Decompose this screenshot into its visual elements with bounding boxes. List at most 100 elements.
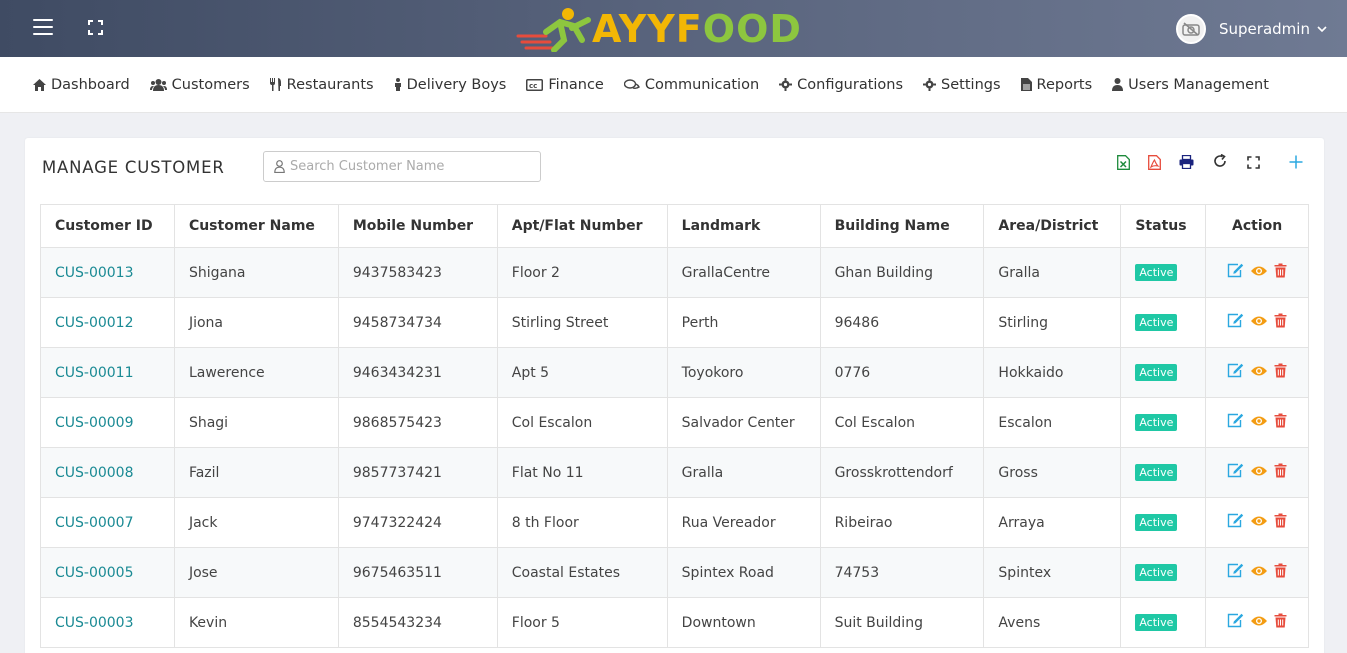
user-menu[interactable]: Superadmin [1176, 14, 1327, 44]
col-status[interactable]: Status [1120, 204, 1207, 248]
camera-off-icon [1182, 22, 1200, 36]
avatar [1176, 14, 1206, 44]
col-customer-id[interactable]: Customer ID [40, 204, 175, 248]
customer-id-link[interactable]: CUS-00011 [40, 347, 175, 398]
app-logo[interactable]: AYYFOOD [516, 6, 821, 52]
fullscreen-card-icon[interactable] [1245, 154, 1261, 170]
cell-mobile: 9458734734 [337, 297, 498, 348]
view-icon[interactable] [1250, 465, 1268, 477]
delete-icon[interactable] [1274, 563, 1287, 578]
edit-icon[interactable] [1227, 613, 1244, 628]
cell-cname: Kevin [173, 597, 339, 648]
cell-building: 74753 [819, 547, 985, 598]
print-icon[interactable] [1178, 154, 1194, 170]
search-box[interactable] [263, 151, 541, 182]
fullscreen-icon[interactable] [88, 20, 103, 35]
nav-item-configurations[interactable]: Configurations [779, 77, 903, 93]
edit-icon[interactable] [1227, 563, 1244, 578]
cell-apt: Floor 2 [496, 247, 668, 298]
nav-item-settings[interactable]: Settings [923, 77, 1001, 93]
chevron-down-icon [1317, 26, 1327, 33]
cell-status: Active [1120, 447, 1207, 498]
cell-mobile: 8554543234 [337, 597, 498, 648]
nav-item-users-management[interactable]: Users Management [1112, 77, 1269, 93]
cell-apt: Coastal Estates [496, 547, 668, 598]
customer-id-link[interactable]: CUS-00009 [40, 397, 175, 448]
cell-landmark: Downtown [666, 597, 821, 648]
view-icon[interactable] [1250, 265, 1268, 277]
edit-icon[interactable] [1227, 413, 1244, 428]
delete-icon[interactable] [1274, 463, 1287, 478]
col-building-name[interactable]: Building Name [819, 204, 985, 248]
customer-id-link[interactable]: CUS-00012 [40, 297, 175, 348]
cell-cname: Lawerence [173, 347, 339, 398]
col-customer-name[interactable]: Customer Name [173, 204, 339, 248]
cell-building: Ribeirao [819, 497, 985, 548]
file-icon [1020, 78, 1032, 91]
nav-item-finance[interactable]: cc Finance [526, 77, 604, 93]
status-badge: Active [1135, 414, 1178, 431]
nav-item-communication[interactable]: Communication [623, 77, 759, 93]
cell-building: 0776 [819, 347, 985, 398]
customer-id-link[interactable]: CUS-00007 [40, 497, 175, 548]
delete-icon[interactable] [1274, 313, 1287, 328]
cell-area: Hokkaido [983, 347, 1122, 398]
edit-icon[interactable] [1227, 363, 1244, 378]
cell-actions [1205, 247, 1309, 298]
view-icon[interactable] [1250, 365, 1268, 377]
customer-id-link[interactable]: CUS-00003 [40, 597, 175, 648]
cell-building: Grosskrottendorf [819, 447, 985, 498]
delete-icon[interactable] [1274, 363, 1287, 378]
nav-item-restaurants[interactable]: Restaurants [269, 77, 374, 93]
table-row: CUS-00011 Lawerence 9463434231 Apt 5 Toyokor… [40, 347, 1309, 398]
cell-status: Active [1120, 497, 1207, 548]
nav-item-dashboard[interactable]: Dashboard [33, 77, 130, 93]
nav-item-reports[interactable]: Reports [1020, 77, 1092, 93]
export-excel-icon[interactable] [1115, 154, 1131, 170]
top-bar: AYYFOOD Superadmin [0, 0, 1347, 57]
search-input[interactable] [290, 159, 530, 174]
delete-icon[interactable] [1274, 613, 1287, 628]
customer-id-link[interactable]: CUS-00013 [40, 247, 175, 298]
nav-item-customers[interactable]: Customers [149, 77, 250, 93]
delete-icon[interactable] [1274, 263, 1287, 278]
cell-status: Active [1120, 397, 1207, 448]
cell-landmark: Spintex Road [666, 547, 821, 598]
col-apt-flat-number[interactable]: Apt/Flat Number [496, 204, 668, 248]
cell-mobile: 9675463511 [337, 547, 498, 598]
person-icon [394, 78, 401, 91]
col-landmark[interactable]: Landmark [666, 204, 821, 248]
nav-item-delivery-boys[interactable]: Delivery Boys [394, 77, 506, 93]
customer-card: MANAGE CUSTOMER Customer ID Customer Nam… [25, 138, 1324, 653]
col-mobile-number[interactable]: Mobile Number [337, 204, 498, 248]
edit-icon[interactable] [1227, 263, 1244, 278]
view-icon[interactable] [1250, 615, 1268, 627]
status-badge: Active [1135, 314, 1178, 331]
col-area-district[interactable]: Area/District [983, 204, 1122, 248]
menu-toggle-icon[interactable] [33, 19, 53, 35]
edit-icon[interactable] [1227, 513, 1244, 528]
cell-area: Escalon [983, 397, 1122, 448]
view-icon[interactable] [1250, 565, 1268, 577]
delete-icon[interactable] [1274, 513, 1287, 528]
edit-icon[interactable] [1227, 463, 1244, 478]
customer-table: Customer ID Customer Name Mobile Number … [40, 204, 1309, 648]
customer-id-link[interactable]: CUS-00008 [40, 447, 175, 498]
delete-icon[interactable] [1274, 413, 1287, 428]
customer-id-link[interactable]: CUS-00005 [40, 547, 175, 598]
table-row: CUS-00013 Shigana 9437583423 Floor 2 GrallaC… [40, 247, 1309, 298]
customer-table-body: CUS-00013 Shigana 9437583423 Floor 2 GrallaC… [40, 247, 1309, 648]
view-icon[interactable] [1250, 515, 1268, 527]
logo-text: AYYFOOD [592, 7, 802, 51]
status-badge: Active [1135, 564, 1178, 581]
export-pdf-icon[interactable] [1146, 154, 1162, 170]
cell-apt: 8 th Floor [496, 497, 668, 548]
view-icon[interactable] [1250, 415, 1268, 427]
edit-icon[interactable] [1227, 313, 1244, 328]
refresh-icon[interactable] [1212, 153, 1228, 169]
cell-actions [1205, 497, 1309, 548]
view-icon[interactable] [1250, 315, 1268, 327]
table-row: CUS-00003 Kevin 8554543234 Floor 5 Downtown S… [40, 597, 1309, 648]
cell-status: Active [1120, 347, 1207, 398]
add-customer-button[interactable] [1288, 154, 1304, 170]
